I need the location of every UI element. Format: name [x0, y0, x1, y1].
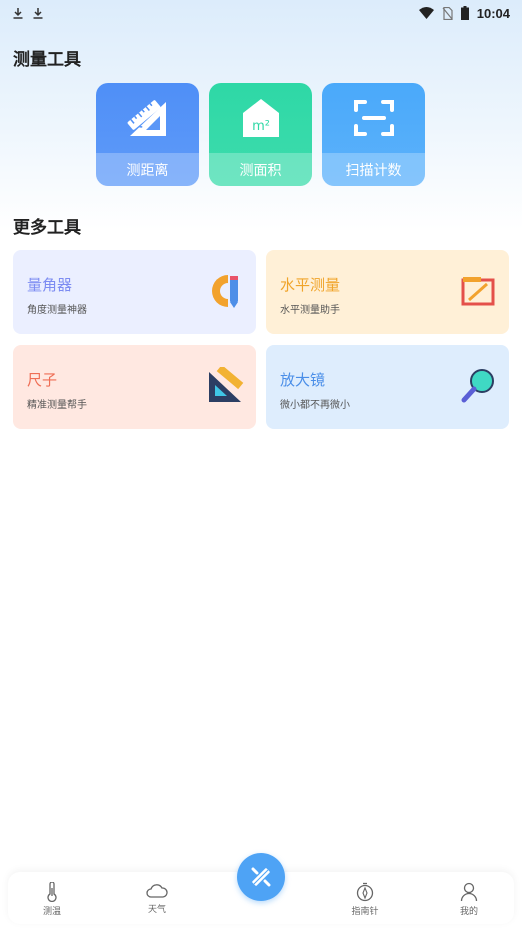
no-sim-icon [442, 6, 453, 20]
status-bar: 10:04 [0, 0, 522, 26]
status-time: 10:04 [476, 5, 510, 21]
house-area-icon: m² [242, 99, 279, 137]
battery-icon [460, 6, 469, 20]
more-tool-magnifier[interactable]: 放大镜 微小都不再微小 [266, 345, 509, 429]
more-tool-level[interactable]: 水平测量 水平测量助手 [266, 250, 509, 334]
nav-item-compass[interactable]: 指南针 [345, 882, 385, 917]
tool-card-scan-count[interactable]: 扫描计数 [322, 83, 425, 186]
tool-card-label: 测距离 [96, 153, 199, 186]
section-title-more-tools: 更多工具 [13, 218, 81, 238]
thermometer-icon [47, 882, 57, 902]
nav-item-label: 指南针 [351, 907, 379, 917]
protractor-icon [212, 275, 238, 308]
measure-tools-row: 测距离 m² 测面积 扫描计数 [96, 83, 425, 186]
section-title-measure-tools: 测量工具 [13, 50, 81, 70]
nav-item-thermometer[interactable]: 测温 [32, 882, 72, 917]
more-tool-ruler[interactable]: 尺子 精准测量帮手 [13, 345, 256, 429]
wifi-icon [418, 7, 434, 19]
download-icon [33, 8, 43, 19]
nav-item-weather[interactable]: 天气 [137, 882, 177, 915]
download-icon [13, 8, 23, 19]
svg-text:m²: m² [252, 119, 270, 134]
cloud-icon [146, 884, 168, 898]
level-icon [461, 277, 495, 306]
center-tools-button[interactable] [237, 853, 285, 901]
nav-item-profile[interactable]: 我的 [449, 882, 489, 917]
nav-item-label: 我的 [459, 907, 478, 917]
tool-card-label: 扫描计数 [322, 153, 425, 186]
magnifier-icon [461, 369, 494, 403]
tool-card-area[interactable]: m² 测面积 [209, 83, 312, 186]
scan-frame-icon [353, 100, 394, 136]
tool-card-distance[interactable]: 测距离 [96, 83, 199, 186]
triangle-ruler-icon [209, 367, 244, 402]
ruler-triangle-icon [127, 100, 166, 136]
ruler-pencil-icon [251, 867, 271, 887]
person-icon [460, 882, 478, 902]
nav-item-label: 天气 [147, 905, 166, 915]
more-tool-protractor[interactable]: 量角器 角度测量神器 [13, 250, 256, 334]
compass-icon [356, 882, 374, 902]
tool-card-label: 测面积 [209, 153, 312, 186]
nav-item-label: 测温 [42, 907, 61, 917]
